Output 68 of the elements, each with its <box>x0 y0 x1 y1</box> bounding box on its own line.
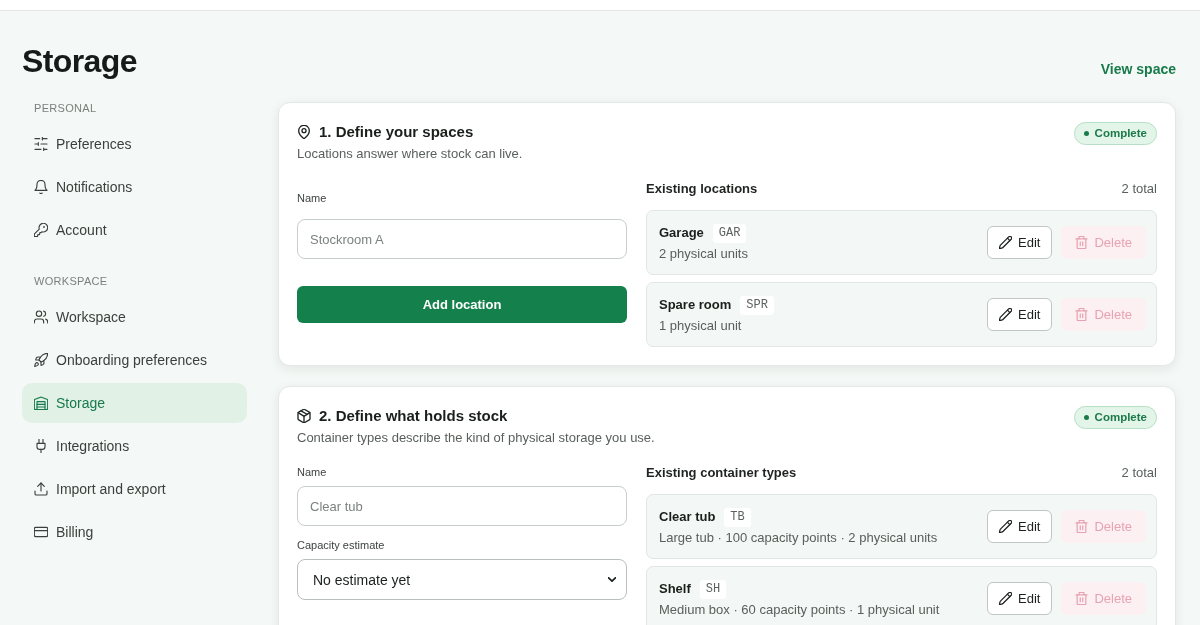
edit-button[interactable]: Edit <box>987 582 1053 615</box>
nav-item[interactable]: Integrations <box>22 426 247 466</box>
select-dropdown[interactable]: No estimate yet <box>297 559 627 600</box>
section-label: PERSONAL <box>33 101 97 115</box>
page-title: Storage <box>22 42 138 80</box>
nav-item[interactable]: Storage <box>22 383 247 423</box>
trash-icon <box>1075 236 1089 249</box>
item-count: 2 total <box>1121 180 1157 198</box>
edit-button[interactable]: Edit <box>987 298 1053 331</box>
nav-item[interactable]: Preferences <box>22 124 247 164</box>
chevron-down-icon <box>608 577 616 582</box>
list-heading: Existing container types <box>646 464 797 482</box>
field-label: Name <box>297 191 328 206</box>
item-name: Garage <box>659 224 704 242</box>
field-label: Capacity estimate <box>297 538 386 553</box>
status-badge: Complete <box>1073 406 1157 429</box>
list-heading: Existing locations <box>646 180 758 198</box>
status-dot-icon <box>1083 415 1089 420</box>
item-code-tag: TB <box>724 507 751 527</box>
item-detail: 1 physical unit <box>659 317 743 334</box>
edit-button[interactable]: Edit <box>987 226 1053 259</box>
nav-item[interactable]: Account <box>22 210 247 250</box>
map-pin-icon <box>297 125 311 139</box>
credit-card-icon <box>34 525 48 539</box>
trash-icon <box>1075 592 1089 605</box>
trash-icon <box>1075 308 1089 321</box>
item-detail: 2 physical units <box>659 245 748 262</box>
add-button[interactable]: Add location <box>297 286 627 323</box>
pencil-icon <box>999 592 1012 605</box>
nav-item[interactable]: Notifications <box>22 167 247 207</box>
status-dot-icon <box>1083 131 1089 136</box>
field-label: Name <box>297 465 328 480</box>
nav-item[interactable]: Billing <box>22 512 247 552</box>
plug-icon <box>34 439 48 453</box>
item-name: Shelf <box>659 580 691 598</box>
item-code-tag: GAR <box>712 223 747 243</box>
upload-icon <box>34 482 48 496</box>
item-detail: Large tub · 100 capacity points · 2 physical units <box>659 529 938 546</box>
item-count: 2 total <box>1121 464 1157 482</box>
pencil-icon <box>999 236 1012 249</box>
view-space-link[interactable]: View space <box>1100 61 1176 77</box>
item-name: Spare room <box>659 296 732 314</box>
trash-icon <box>1075 520 1089 533</box>
status-badge: Complete <box>1073 122 1157 145</box>
card-title: 2. Define what holds stock <box>319 406 508 426</box>
users-icon <box>34 310 48 324</box>
box-icon <box>297 409 311 423</box>
nav-item[interactable]: Workspace <box>22 297 247 337</box>
sliders-icon <box>34 137 48 151</box>
warehouse-icon <box>34 396 48 410</box>
pencil-icon <box>999 520 1012 533</box>
item-detail: Medium box · 60 capacity points · 1 physical unit <box>659 601 940 618</box>
pencil-icon <box>999 308 1012 321</box>
key-icon <box>34 223 48 237</box>
text-input[interactable]: Stockroom A <box>297 219 627 259</box>
card-description: Locations answer where stock can live. <box>297 145 523 163</box>
bell-icon <box>34 180 48 194</box>
card-description: Container types describe the kind of physical storage you use. <box>297 429 655 447</box>
item-code-tag: SPR <box>740 295 774 315</box>
nav-item[interactable]: Import and export <box>22 469 247 509</box>
text-input[interactable]: Clear tub <box>297 486 627 526</box>
rocket-icon <box>34 353 48 367</box>
nav-item[interactable]: Onboarding preferences <box>22 340 247 380</box>
card-title: 1. Define your spaces <box>319 122 474 142</box>
item-name: Clear tub <box>659 508 716 526</box>
edit-button[interactable]: Edit <box>987 510 1053 543</box>
item-code-tag: SH <box>699 579 727 599</box>
section-label: WORKSPACE <box>33 274 108 288</box>
